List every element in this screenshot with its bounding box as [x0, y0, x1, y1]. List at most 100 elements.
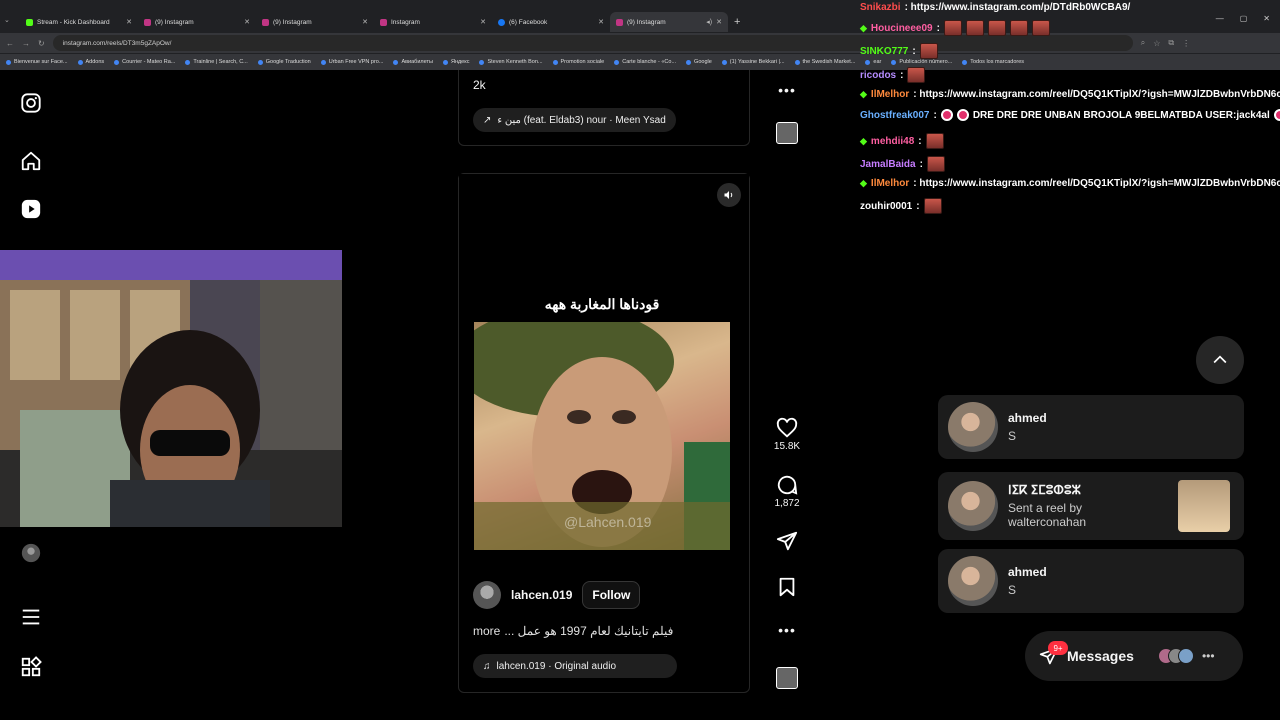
previous-audio-thumb[interactable]	[772, 122, 802, 144]
like-button[interactable]: 15.8K	[772, 417, 802, 452]
close-icon[interactable]: ✕	[244, 18, 250, 26]
bookmark-item[interactable]: the Swedish Market...	[794, 59, 856, 65]
audio-thumb[interactable]	[772, 667, 802, 689]
chat-username[interactable]: Houcineee09	[871, 23, 933, 34]
speaker-icon	[724, 191, 733, 199]
emote-icon	[1009, 20, 1028, 36]
close-icon[interactable]: ✕	[716, 18, 722, 26]
sub-badge-icon: ◆	[860, 178, 867, 188]
avatar	[1177, 648, 1194, 664]
bookmark-label: Авиабилеты	[401, 59, 433, 65]
new-tab-button[interactable]: +	[734, 16, 740, 28]
message-notification-3[interactable]: ahmed S	[938, 549, 1244, 613]
bookmark-favicon-icon	[552, 59, 558, 65]
tab-kick[interactable]: Stream - Kick Dashboard ✕	[20, 12, 138, 32]
instagram-icon	[262, 18, 269, 26]
bookmark-favicon-icon	[185, 59, 191, 65]
chat-text: :	[912, 45, 916, 57]
chat-username[interactable]: ricodos	[860, 70, 896, 81]
chat-username[interactable]: zouhir0001	[860, 201, 912, 212]
close-icon[interactable]: ✕	[480, 18, 486, 26]
bookmark-favicon-icon	[257, 59, 263, 65]
bookmark-item[interactable]: Google Traduction	[257, 59, 311, 65]
bookmark-item[interactable]: Авиабилеты	[393, 59, 433, 65]
tab-instagram-2[interactable]: (9) Instagram ✕	[256, 12, 374, 32]
chat-username[interactable]: mehdii48	[871, 136, 914, 147]
tab-instagram-active[interactable]: (9) Instagram ◂) ✕	[610, 12, 728, 32]
save-button[interactable]	[772, 576, 802, 598]
tab-label: (9) Instagram	[155, 18, 194, 26]
forward-icon[interactable]: →	[22, 39, 30, 48]
profile-icon[interactable]	[20, 542, 42, 564]
chat-username[interactable]: JamalBaida	[860, 159, 916, 170]
close-icon[interactable]: ✕	[126, 18, 132, 26]
avatar[interactable]	[473, 581, 501, 609]
bookmark-item[interactable]: Bienvenue sur Face...	[6, 59, 68, 65]
author-username[interactable]: lahcen.019	[511, 588, 572, 602]
bookmark-item[interactable]: Google	[686, 59, 712, 65]
chat-username[interactable]: Snikazbi	[860, 2, 901, 13]
bookmark-label: Яндекс	[450, 59, 470, 65]
mute-button[interactable]	[717, 183, 741, 207]
follow-button[interactable]: Follow	[582, 581, 641, 609]
audio-pill[interactable]: ♫ lahcen.019 · Original audio	[473, 654, 677, 678]
bookmark-label: the Swedish Market...	[802, 59, 856, 65]
message-notification-2[interactable]: ⵏⵉⴽ ⵉⵎⵓⵀⵓⵣ Sent a reel by walterconahan	[938, 472, 1244, 540]
chat-message: ◆ IlMelhor: https://www.instagram.com/ree…	[860, 89, 1280, 100]
more-link[interactable]: more	[473, 624, 500, 638]
bookmark-label: (1) Yassine Bekkari |...	[729, 59, 785, 65]
instagram-icon	[616, 18, 623, 26]
back-icon[interactable]: ←	[6, 39, 14, 48]
reel-overlay-caption: قودناها المغاربة ههه	[544, 296, 660, 312]
reload-icon[interactable]: ↻	[38, 39, 45, 48]
chat-username[interactable]: Ghostfreak007	[860, 110, 929, 121]
previous-audio-pill[interactable]: ↗ مين ء (feat. Eldab3) nour · Meen Ysad	[473, 108, 676, 132]
bookmark-item[interactable]: Addons	[77, 59, 104, 65]
chat-message: Snikazbi: https://www.instagram.com/p/DT…	[860, 2, 1130, 13]
more-icon[interactable]: •••	[1202, 649, 1215, 663]
bookmark-item[interactable]: Urban Free VPN pro...	[320, 59, 383, 65]
chat-text: : https://www.instagram.com/reel/DQ5Q1KT…	[913, 178, 1280, 189]
bookmark-item[interactable]: Steven Kenneth Bon...	[479, 59, 543, 65]
bookmark-item[interactable]: Promotion sociale	[552, 59, 604, 65]
speaker-icon[interactable]: ◂)	[706, 18, 712, 26]
chat-text: :	[919, 158, 923, 170]
bookmark-item[interactable]: (1) Yassine Bekkari |...	[721, 59, 785, 65]
tab-instagram-1[interactable]: (9) Instagram ✕	[138, 12, 256, 32]
bookmark-item[interactable]: Carte blanche - «Co...	[614, 59, 676, 65]
tab-facebook[interactable]: (6) Facebook ✕	[492, 12, 610, 32]
bookmark-favicon-icon	[794, 59, 800, 65]
instagram-logo-icon[interactable]	[20, 92, 42, 114]
tab-instagram-3[interactable]: Instagram ✕	[374, 12, 492, 32]
bookmark-favicon-icon	[686, 59, 692, 65]
notification-name: ahmed	[1008, 565, 1047, 579]
more-options-button[interactable]: •••	[772, 622, 802, 638]
message-notification-1[interactable]: ahmed S	[938, 395, 1244, 459]
messages-button[interactable]: Messages •••	[1025, 631, 1243, 681]
menu-icon[interactable]	[20, 606, 42, 628]
scroll-up-button[interactable]	[1196, 336, 1244, 384]
tab-search-icon[interactable]: ⌄	[4, 16, 16, 28]
chat-username[interactable]: IlMelhor	[871, 89, 909, 100]
share-button[interactable]	[772, 530, 802, 552]
bookmark-item[interactable]: Courrier - Mateo Ra...	[114, 59, 175, 65]
chat-message: ◆ IlMelhor : https://www.instagram.com/ree…	[860, 178, 1280, 189]
notification-name: ahmed	[1008, 411, 1047, 425]
comment-button[interactable]: 1,872	[772, 474, 802, 509]
chat-message: ◆ Houcineee09:	[860, 20, 1050, 36]
bookmark-item[interactable]: Яндекс	[442, 59, 470, 65]
emote-icon	[987, 20, 1006, 36]
chat-text: :	[918, 135, 922, 147]
bookmark-item[interactable]: Trainline | Search, C...	[185, 59, 248, 65]
reel-actions: ••• 15.8K 1,872 •••	[772, 70, 802, 720]
close-icon[interactable]: ✕	[598, 18, 604, 26]
chat-username[interactable]: SINKO777	[860, 46, 908, 57]
apps-icon[interactable]	[20, 656, 42, 678]
reel-description[interactable]: more فيلم تايتانيك لعام 1997 هو عمل ...	[473, 624, 673, 638]
more-icon-top[interactable]: •••	[772, 82, 802, 98]
bookmark-label: Trainline | Search, C...	[193, 59, 248, 65]
chat-username[interactable]: IlMelhor	[871, 178, 909, 189]
close-icon[interactable]: ✕	[362, 18, 368, 26]
home-icon[interactable]	[20, 150, 42, 172]
reels-icon[interactable]	[20, 198, 42, 220]
